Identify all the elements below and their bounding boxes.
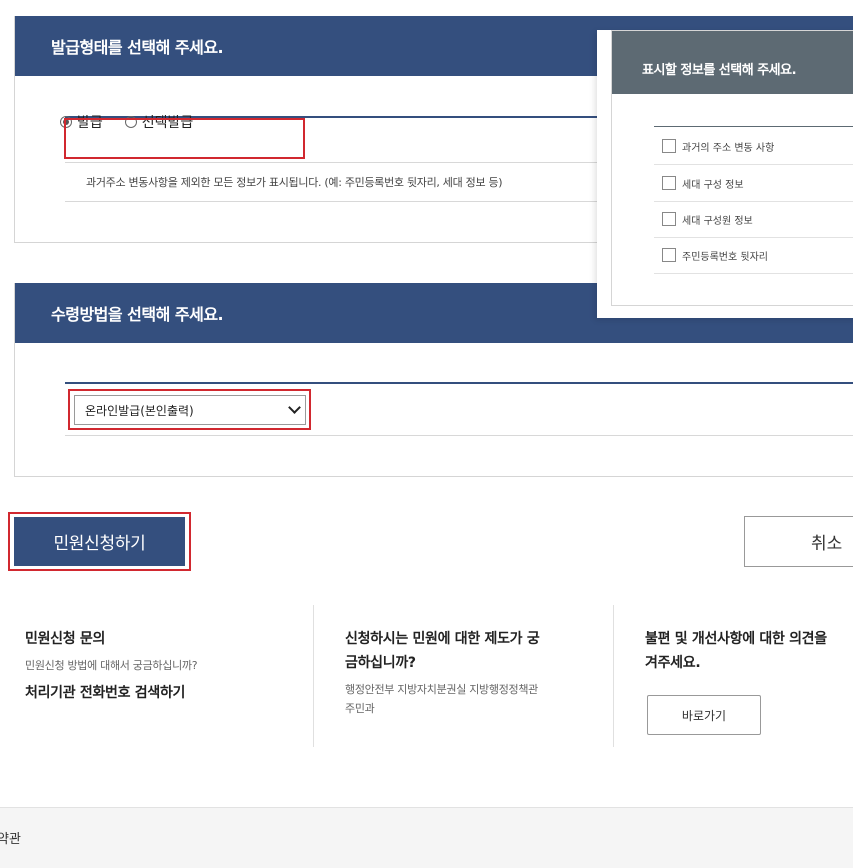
- checkbox-icon[interactable]: [662, 139, 676, 153]
- policy-inquiry-title-line2: 금하십니까?: [345, 655, 416, 671]
- checkbox-row-household-members[interactable]: 세대 구성원 정보: [654, 201, 853, 238]
- column-divider: [313, 605, 314, 747]
- display-info-panel-body: 표시할 정보를 선택해 주세요. 과거의 주소 변동 사항 세대 구성 정보 세…: [611, 30, 853, 306]
- issue-type-description: 과거주소 변동사항을 제외한 모든 정보가 표시됩니다. (예: 주민등록번호 …: [86, 176, 503, 189]
- checkbox-row-resident-number[interactable]: 주민등록번호 뒷자리: [654, 237, 853, 274]
- feedback-title-line2: 겨주세요.: [645, 655, 701, 671]
- feedback-title-line1: 불편 및 개선사항에 대한 의견을: [645, 631, 827, 647]
- policy-dept-line2: 주민과: [345, 702, 375, 715]
- display-info-top-rule: [654, 126, 853, 127]
- checkbox-label: 세대 구성 정보: [682, 179, 744, 191]
- checkbox-label: 세대 구성원 정보: [682, 215, 753, 227]
- display-info-header: 표시할 정보를 선택해 주세요.: [612, 31, 853, 94]
- checkbox-icon[interactable]: [662, 212, 676, 226]
- cancel-button[interactable]: 취소: [744, 516, 853, 567]
- column-divider: [613, 605, 614, 747]
- go-shortcut-button[interactable]: 바로가기: [647, 695, 761, 735]
- inquiry-subtitle: 민원신청 방법에 대해서 궁금하십니까?: [25, 659, 198, 672]
- policy-inquiry-title-line1: 신청하시는 민원에 대한 제도가 궁: [345, 631, 540, 647]
- issue-type-title: 발급형태를 선택해 주세요.: [51, 38, 224, 57]
- agency-phone-search-link[interactable]: 처리기관 전화번호 검색하기: [25, 681, 185, 705]
- checkbox-icon[interactable]: [662, 176, 676, 190]
- submit-highlight-box: [8, 512, 191, 571]
- footer-terms-link[interactable]: 약관: [0, 828, 21, 847]
- checkbox-label: 과거의 주소 변동 사항: [682, 142, 775, 154]
- receive-method-top-rule: [65, 382, 853, 384]
- receive-method-title: 수령방법을 선택해 주세요.: [51, 305, 224, 324]
- display-info-title: 표시할 정보를 선택해 주세요.: [642, 63, 797, 78]
- footer: 약관: [0, 807, 853, 868]
- checkbox-icon[interactable]: [662, 248, 676, 262]
- receive-method-bottom-rule: [65, 435, 853, 436]
- display-info-panel: 표시할 정보를 선택해 주세요. 과거의 주소 변동 사항 세대 구성 정보 세…: [597, 30, 853, 318]
- policy-dept-line1: 행정안전부 지방자치분권실 지방행정정책관: [345, 683, 538, 696]
- checkbox-row-household-info[interactable]: 세대 구성 정보: [654, 165, 853, 202]
- receive-method-highlight-box: [68, 389, 311, 430]
- inquiry-title: 민원신청 문의: [25, 631, 106, 647]
- checkbox-row-address-history[interactable]: 과거의 주소 변동 사항: [654, 128, 853, 165]
- checkbox-label: 주민등록번호 뒷자리: [682, 251, 768, 263]
- issue-type-highlight-box: [64, 118, 305, 159]
